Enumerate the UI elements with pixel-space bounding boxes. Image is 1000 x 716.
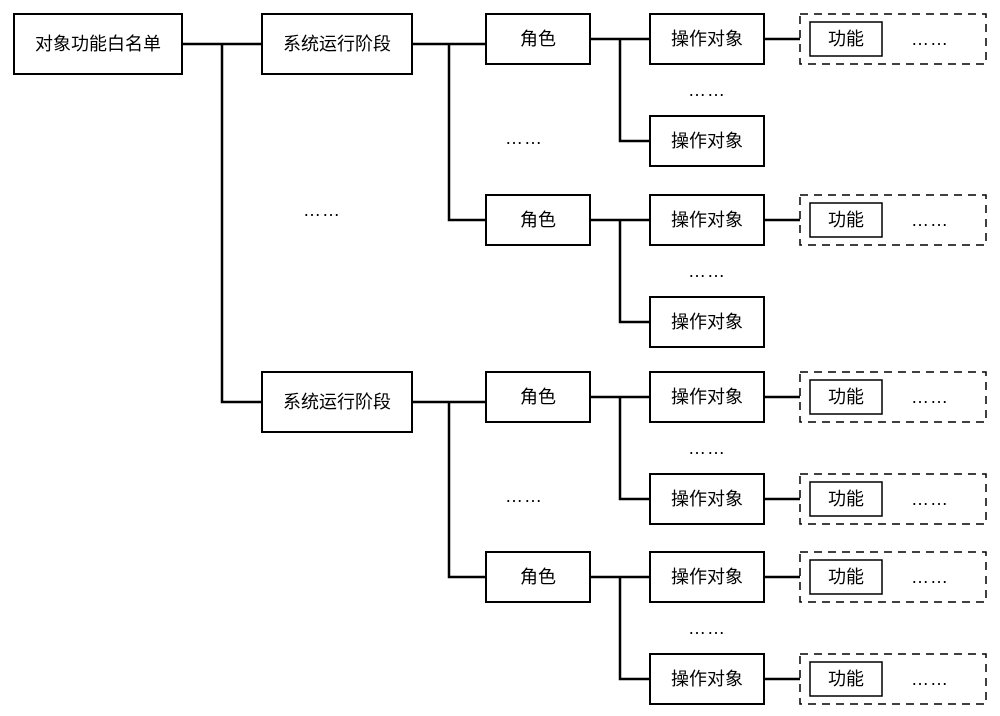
function-4-label: 功能 [828,489,864,509]
root-label: 对象功能白名单 [35,34,161,54]
function-1-ellipsis: …… [911,29,949,49]
function-5-ellipsis: …… [911,567,949,587]
connector [620,577,650,679]
role-3-label: 角色 [520,387,556,407]
object-node-8: 操作对象 [650,654,764,704]
role-node-3: 角色 [486,372,590,422]
connector [222,44,262,402]
object-8-label: 操作对象 [671,669,743,689]
function-group-2: 功能 …… [800,195,986,245]
connector [449,402,486,577]
function-group-4: 功能 …… [800,474,986,524]
object-node-1: 操作对象 [650,14,764,64]
function-group-6: 功能 …… [800,654,986,704]
connector [620,397,650,499]
ellipsis-objects-1: …… [688,80,726,100]
connector [449,44,486,220]
object-1-label: 操作对象 [671,29,743,49]
role-4-label: 角色 [520,567,556,587]
phase-node-2: 系统运行阶段 [262,372,412,432]
hierarchy-diagram: 对象功能白名单 系统运行阶段 系统运行阶段 角色 角色 角色 角色 操作对象 操… [0,0,1000,716]
role-2-label: 角色 [520,210,556,230]
role-node-2: 角色 [486,195,590,245]
function-1-label: 功能 [828,29,864,49]
ellipsis-objects-3: …… [688,438,726,458]
function-group-1: 功能 …… [800,14,986,64]
function-3-ellipsis: …… [911,387,949,407]
object-3-label: 操作对象 [671,210,743,230]
phase-1-label: 系统运行阶段 [283,34,391,54]
role-node-1: 角色 [486,14,590,64]
phase-node-1: 系统运行阶段 [262,14,412,74]
function-2-ellipsis: …… [911,210,949,230]
function-3-label: 功能 [828,387,864,407]
ellipsis-phases: …… [303,200,341,220]
connector [620,39,650,141]
function-4-ellipsis: …… [911,489,949,509]
connector [620,220,650,322]
object-node-5: 操作对象 [650,372,764,422]
function-group-5: 功能 …… [800,552,986,602]
function-5-label: 功能 [828,567,864,587]
object-node-7: 操作对象 [650,552,764,602]
root-node: 对象功能白名单 [14,14,182,74]
function-6-ellipsis: …… [911,669,949,689]
function-2-label: 功能 [828,210,864,230]
object-6-label: 操作对象 [671,489,743,509]
object-2-label: 操作对象 [671,131,743,151]
object-node-4: 操作对象 [650,297,764,347]
ellipsis-objects-2: …… [688,261,726,281]
ellipsis-roles-1: …… [505,128,543,148]
ellipsis-roles-2: …… [505,486,543,506]
function-group-3: 功能 …… [800,372,986,422]
ellipsis-objects-4: …… [688,618,726,638]
object-node-6: 操作对象 [650,474,764,524]
object-node-3: 操作对象 [650,195,764,245]
role-1-label: 角色 [520,29,556,49]
object-5-label: 操作对象 [671,387,743,407]
object-4-label: 操作对象 [671,312,743,332]
object-7-label: 操作对象 [671,567,743,587]
phase-2-label: 系统运行阶段 [283,392,391,412]
function-6-label: 功能 [828,669,864,689]
object-node-2: 操作对象 [650,116,764,166]
role-node-4: 角色 [486,552,590,602]
